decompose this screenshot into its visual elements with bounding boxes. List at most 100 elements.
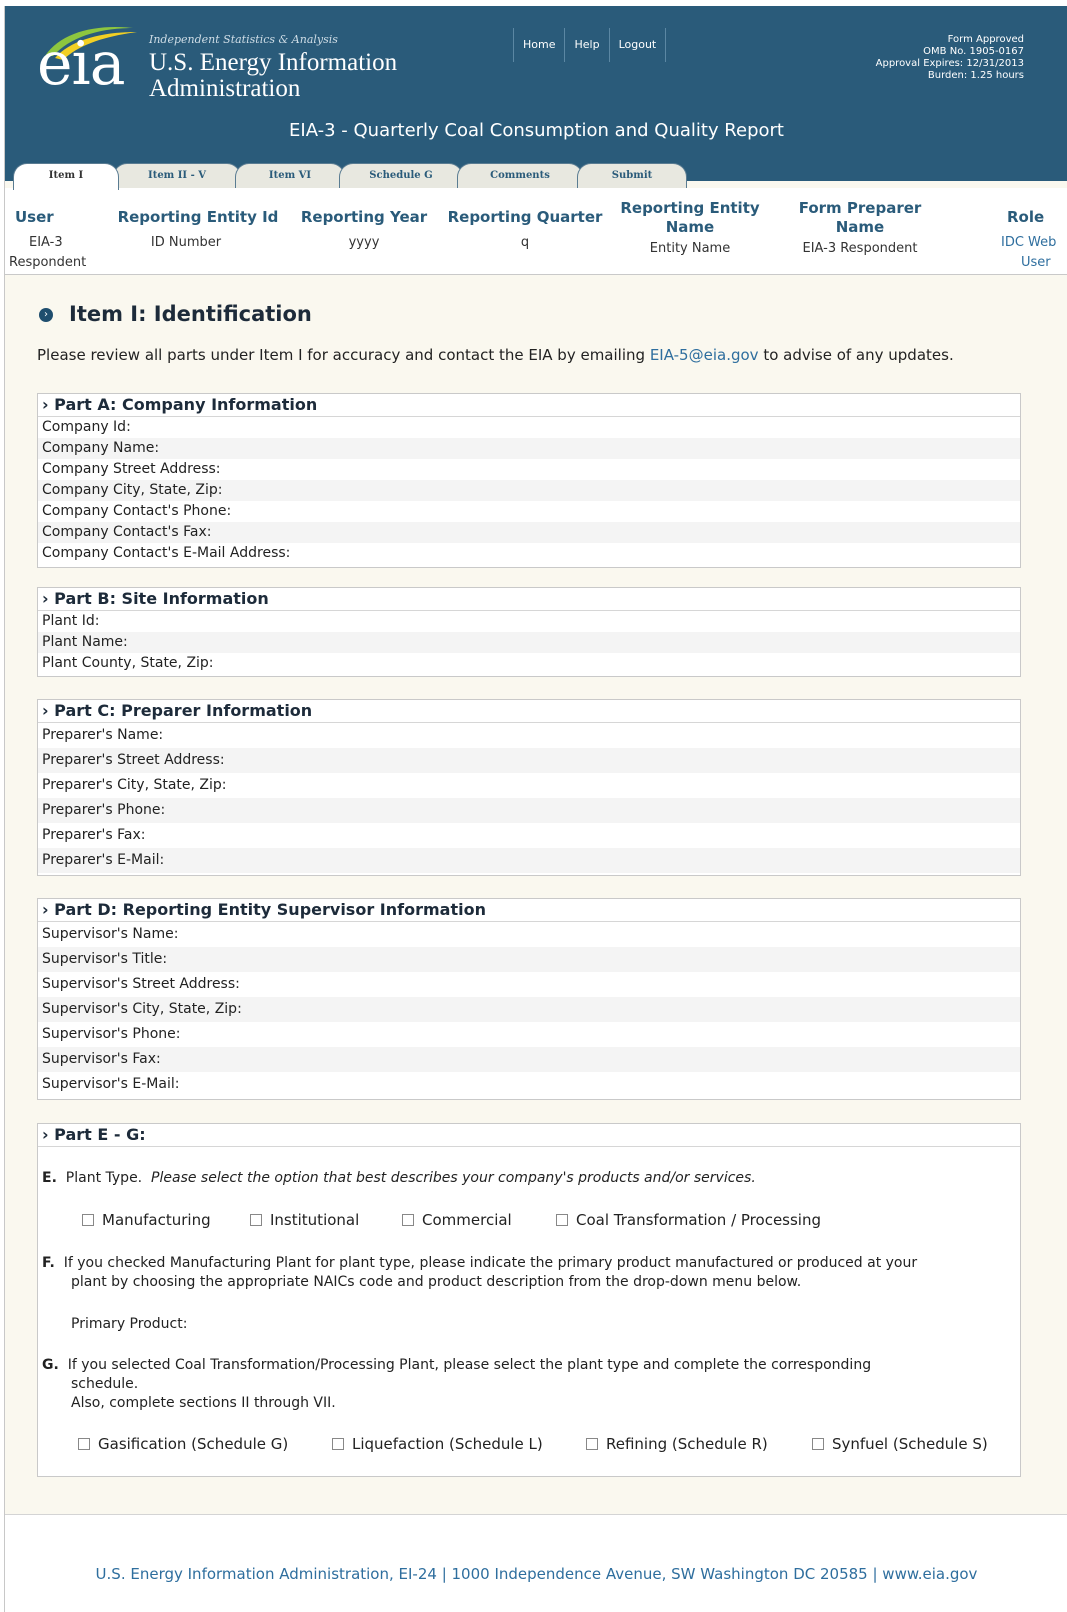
schedule-refining-option[interactable]: Refining (Schedule R) [586,1435,768,1453]
form-title: EIA-3 - Quarterly Coal Consumption and Q… [289,120,784,141]
intro-text-after: to advise of any updates. [758,346,954,364]
header-quarter: Reporting Quarter [447,208,603,226]
footer-address[interactable]: U.S. Energy Information Administration, … [5,1565,1067,1583]
company-street-label: Company Street Address: [42,461,221,477]
plant-type-manufacturing-option[interactable]: Manufacturing [82,1211,211,1229]
header-preparer-line1: Form Preparer [798,199,922,217]
item-e-letter: E. [42,1170,57,1186]
schedule-liquefaction-option[interactable]: Liquefaction (Schedule L) [332,1435,543,1453]
part-e-g: › Part E - G: E. Plant Type. Please sele… [37,1123,1021,1477]
omb-number: OMB No. 1905-0167 [923,46,1024,57]
info-col-quarter: Reporting Quarter q [445,188,605,253]
intro-text-before: Please review all parts under Item I for… [37,346,650,364]
reporting-info-table: User EIA-3 Respondent Reporting Entity I… [5,188,1067,275]
value-role[interactable]: IDC Web User [1001,233,1067,273]
option-label: Liquefaction (Schedule L) [352,1435,543,1453]
part-d-title-text: Part D: Reporting Entity Supervisor Info… [54,900,486,919]
info-col-entity-id: Reporting Entity Id ID Number [113,188,283,253]
option-label: Synfuel (Schedule S) [832,1435,988,1453]
option-label: Manufacturing [102,1211,211,1229]
tab-submit[interactable]: Submit [577,163,687,188]
plant-type-commercial-option[interactable]: Commercial [402,1211,512,1229]
tab-item-ii-v[interactable]: Item II - V [113,163,241,188]
header-preparer-line2: Name [835,218,885,236]
nav-home-link[interactable]: Home [513,28,564,62]
supervisor-email-label: Supervisor's E-Mail: [42,1076,180,1092]
plant-type-institutional-option[interactable]: Institutional [250,1211,359,1229]
part-eg-title: › Part E - G: [38,1124,1020,1147]
header-user: User [15,208,54,226]
part-c-title: › Part C: Preparer Information [38,700,1020,723]
value-entity-name: Entity Name [649,241,731,256]
part-a-title-text: Part A: Company Information [54,395,318,414]
checkbox-icon[interactable] [82,1214,94,1226]
primary-product-label: Primary Product: [71,1316,188,1332]
info-col-user: User EIA-3 Respondent [9,188,89,273]
company-city-label: Company City, State, Zip: [38,480,1020,501]
value-role-line1: IDC Web [1001,235,1057,250]
naics-question: F. If you checked Manufacturing Plant fo… [42,1254,917,1292]
naics-question-line1: If you checked Manufacturing Plant for p… [63,1255,918,1271]
nav-help-link[interactable]: Help [564,28,608,62]
part-c-title-text: Part C: Preparer Information [54,701,313,720]
brand-name-line2: Administration [149,75,301,102]
checkbox-icon[interactable] [556,1214,568,1226]
company-phone-label: Company Contact's Phone: [42,503,232,519]
schedule-question-line2: schedule. [71,1376,139,1392]
checkbox-icon[interactable] [586,1438,598,1450]
eia-email-link[interactable]: EIA-5@eia.gov [650,346,759,364]
chevron-circle-right-icon: › [39,308,53,322]
checkbox-icon[interactable] [78,1438,90,1450]
plant-type-coal-transformation-option[interactable]: Coal Transformation / Processing [556,1211,821,1229]
tab-item-i[interactable]: Item I [13,163,119,190]
preparer-street-label: Preparer's Street Address: [38,748,1020,773]
header-year: Reporting Year [300,208,428,226]
top-nav: Home Help Logout [513,28,667,62]
section-title: Item I: Identification [69,302,312,326]
checkbox-icon[interactable] [332,1438,344,1450]
value-user-line2: Respondent [9,255,87,270]
header: eia Independent Statistics & Analysis U.… [5,6,1067,181]
tab-item-vi[interactable]: Item VI [235,163,345,188]
supervisor-title-label: Supervisor's Title: [38,947,1020,972]
schedule-question-line3: Also, complete sections II through VII. [71,1395,336,1411]
plant-county-label: Plant County, State, Zip: [42,655,214,671]
brand-tagline: Independent Statistics & Analysis [149,33,338,46]
header-entity-name-line1: Reporting Entity [620,199,760,217]
tab-schedule-g[interactable]: Schedule G [339,163,463,188]
value-quarter: q [520,235,530,250]
info-col-entity-name: Reporting Entity Name Entity Name [615,188,765,259]
info-col-preparer: Form Preparer Name EIA-3 Respondent [785,188,935,259]
checkbox-icon[interactable] [402,1214,414,1226]
option-label: Gasification (Schedule G) [98,1435,289,1453]
checkbox-icon[interactable] [250,1214,262,1226]
footer: U.S. Energy Information Administration, … [5,1514,1067,1612]
schedule-gasification-option[interactable]: Gasification (Schedule G) [78,1435,288,1453]
part-b-title-text: Part B: Site Information [54,589,269,608]
schedule-synfuel-option[interactable]: Synfuel (Schedule S) [812,1435,988,1453]
supervisor-city-label: Supervisor's City, State, Zip: [38,997,1020,1022]
schedule-question-line1: If you selected Coal Transformation/Proc… [67,1357,872,1373]
part-b-site-info: › Part B: Site Information Plant Id: Pla… [37,587,1021,677]
company-id-label: Company Id: [42,419,131,435]
preparer-name-label: Preparer's Name: [42,727,164,743]
checkbox-icon[interactable] [812,1438,824,1450]
part-c-preparer-info: › Part C: Preparer Information Preparer'… [37,699,1021,876]
header-entity-id: Reporting Entity Id [117,208,279,226]
plant-id-label: Plant Id: [42,613,100,629]
nav-logout-link[interactable]: Logout [608,28,667,62]
approval-expires: Approval Expires: 12/31/2013 [875,58,1024,69]
plant-type-question: E. Plant Type. Please select the option … [42,1170,756,1186]
value-year: yyyy [348,235,380,250]
burden-hours: Burden: 1.25 hours [927,70,1024,81]
preparer-fax-label: Preparer's Fax: [42,827,146,843]
part-a-title: › Part A: Company Information [38,394,1020,417]
eia-wordmark[interactable]: eia [37,34,125,94]
item-g-letter: G. [42,1357,59,1373]
option-label: Institutional [270,1211,360,1229]
header-entity-name-line2: Name [665,218,715,236]
supervisor-phone-label: Supervisor's Phone: [42,1026,181,1042]
tab-comments[interactable]: Comments [457,163,583,188]
preparer-city-label: Preparer's City, State, Zip: [42,777,227,793]
supervisor-name-label: Supervisor's Name: [42,926,179,942]
